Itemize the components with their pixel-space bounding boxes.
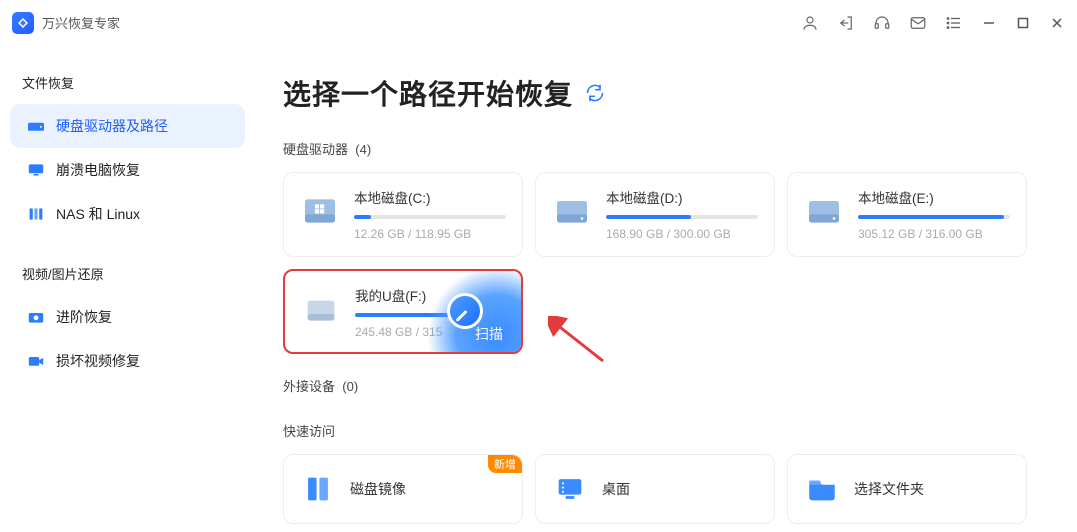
- drive-card[interactable]: 本地磁盘(E:) 305.12 GB / 316.00 GB: [787, 172, 1027, 257]
- sidebar-item-crash-recovery[interactable]: 崩溃电脑恢复: [10, 148, 245, 192]
- drive-stats: 168.90 GB / 300.00 GB: [606, 227, 758, 241]
- quick-card-label: 桌面: [602, 479, 630, 499]
- drive-card[interactable]: 本地磁盘(D:) 168.90 GB / 300.00 GB: [535, 172, 775, 257]
- drive-icon: [300, 191, 340, 231]
- drive-usage-bar: [606, 215, 758, 219]
- drive-usage-bar: [858, 215, 1010, 219]
- monitor-icon: [26, 162, 46, 178]
- sidebar-item-label: 硬盘驱动器及路径: [56, 116, 168, 136]
- drive-usage-bar: [355, 313, 505, 317]
- quick-card[interactable]: 磁盘镜像 新增: [283, 454, 523, 524]
- drive-icon: [804, 191, 844, 231]
- desktop-icon: [552, 471, 588, 507]
- sidebar-section-title: 视频/图片还原: [10, 254, 245, 295]
- sidebar-item-advanced-recovery[interactable]: 进阶恢复: [10, 295, 245, 339]
- drive-name: 我的U盘(F:): [355, 285, 505, 305]
- drive-card[interactable]: 我的U盘(F:)245.48 GB / 315扫描: [283, 269, 523, 354]
- drive-icon: [552, 191, 592, 231]
- main-content: 选择一个路径开始恢复 硬盘驱动器 (4) 本地磁盘(C:) 12.26 GB / …: [255, 45, 1077, 532]
- drive-stats: 305.12 GB / 316.00 GB: [858, 227, 1010, 241]
- drive-stats: 245.48 GB / 315: [355, 325, 505, 339]
- page-title: 选择一个路径开始恢复: [283, 73, 573, 113]
- folder-icon: [804, 471, 840, 507]
- drives-group-title: 硬盘驱动器 (4): [283, 139, 1049, 158]
- external-group-title: 外接设备 (0): [283, 376, 1049, 395]
- hdd-icon: [26, 118, 46, 134]
- mirror-icon: [300, 471, 336, 507]
- server-icon: [26, 206, 46, 222]
- sidebar-item-label: 损坏视频修复: [56, 351, 140, 371]
- quick-group-title: 快速访问: [283, 421, 1049, 440]
- logout-icon[interactable]: [837, 14, 855, 32]
- sidebar-item-video-repair[interactable]: 损坏视频修复: [10, 339, 245, 383]
- camera-icon: [26, 309, 46, 325]
- sidebar-section-title: 文件恢复: [10, 63, 245, 104]
- new-badge: 新增: [488, 455, 522, 473]
- drive-card[interactable]: 本地磁盘(C:) 12.26 GB / 118.95 GB: [283, 172, 523, 257]
- refresh-icon[interactable]: [585, 83, 605, 103]
- maximize-button[interactable]: [1015, 16, 1031, 30]
- drive-usage-bar: [354, 215, 506, 219]
- drive-stats: 12.26 GB / 118.95 GB: [354, 227, 506, 241]
- quick-card[interactable]: 桌面: [535, 454, 775, 524]
- headset-icon[interactable]: [873, 14, 891, 32]
- sidebar-item-label: NAS 和 Linux: [56, 204, 140, 224]
- quick-card-label: 磁盘镜像: [350, 479, 406, 499]
- drive-icon: [301, 289, 341, 329]
- sidebar-item-drives[interactable]: 硬盘驱动器及路径: [10, 104, 245, 148]
- sidebar-item-label: 崩溃电脑恢复: [56, 160, 140, 180]
- titlebar: 万兴恢复专家: [0, 0, 1077, 45]
- minimize-button[interactable]: [981, 16, 997, 30]
- app-logo: [12, 12, 34, 34]
- sidebar-item-nas-linux[interactable]: NAS 和 Linux: [10, 192, 245, 236]
- close-button[interactable]: [1049, 16, 1065, 30]
- list-icon[interactable]: [945, 14, 963, 32]
- sidebar: 文件恢复 硬盘驱动器及路径 崩溃电脑恢复 NAS 和 Linux 视频/图片还原…: [0, 45, 255, 532]
- mail-icon[interactable]: [909, 14, 927, 32]
- app-title: 万兴恢复专家: [42, 13, 120, 32]
- video-icon: [26, 353, 46, 369]
- user-icon[interactable]: [801, 14, 819, 32]
- drive-name: 本地磁盘(C:): [354, 187, 506, 207]
- quick-card[interactable]: 选择文件夹: [787, 454, 1027, 524]
- drive-name: 本地磁盘(D:): [606, 187, 758, 207]
- drive-name: 本地磁盘(E:): [858, 187, 1010, 207]
- sidebar-item-label: 进阶恢复: [56, 307, 112, 327]
- quick-card-label: 选择文件夹: [854, 479, 924, 499]
